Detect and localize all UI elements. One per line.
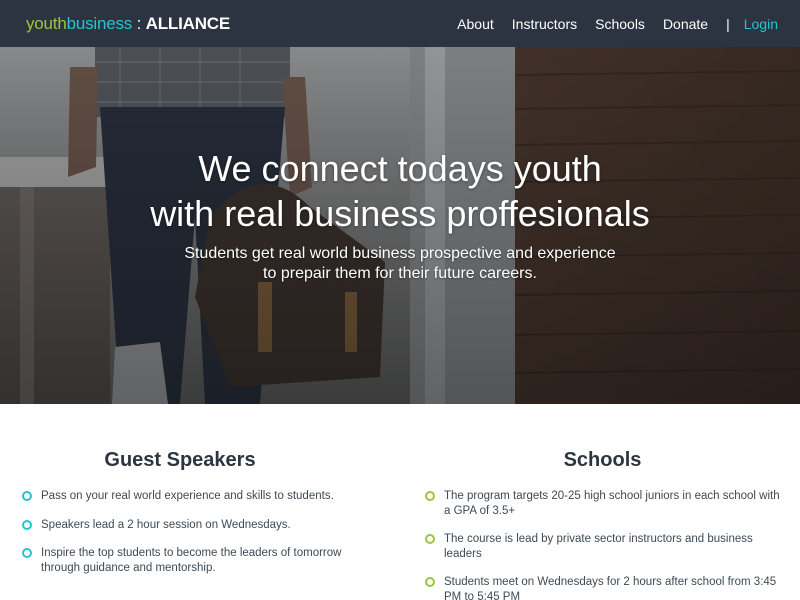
list-item-text: The program targets 20-25 high school ju… (444, 490, 780, 517)
list-item-text: The course is lead by private sector ins… (444, 533, 753, 560)
nav-links: About Instructors Schools Donate | Login (439, 16, 778, 32)
login-link[interactable]: Login (744, 16, 778, 32)
list-item: Inspire the top students to become the l… (22, 546, 382, 575)
bullet-circle-icon (22, 491, 32, 501)
list-item: The program targets 20-25 high school ju… (425, 489, 780, 518)
bullet-circle-icon (425, 534, 435, 544)
hero-subtext-line2: to prepair them for their future careers… (263, 265, 537, 282)
bullet-circle-icon (22, 548, 32, 558)
nav-separator: | (726, 15, 730, 32)
schools-section: Schools The program targets 20-25 high s… (425, 448, 780, 600)
bullet-circle-icon (425, 491, 435, 501)
logo-separator: : (132, 13, 146, 33)
nav-link-about[interactable]: About (457, 16, 494, 32)
hero-subtext-line1: Students get real world business prospec… (184, 245, 616, 262)
list-item-text: Speakers lead a 2 hour session on Wednes… (41, 518, 291, 531)
bullet-circle-icon (425, 577, 435, 587)
guest-speakers-list: Pass on your real world experience and s… (22, 489, 382, 575)
list-item: The course is lead by private sector ins… (425, 532, 780, 561)
nav-link-instructors[interactable]: Instructors (512, 16, 577, 32)
hero-headline-line1: We connect todays youth (198, 148, 602, 189)
hero-banner: We connect todays youth with real busine… (0, 47, 800, 404)
list-item: Speakers lead a 2 hour session on Wednes… (22, 518, 382, 533)
logo-alliance: ALLIANCE (145, 13, 231, 33)
schools-list: The program targets 20-25 high school ju… (425, 489, 780, 600)
list-item: Pass on your real world experience and s… (22, 489, 382, 504)
schools-title: Schools (563, 449, 642, 471)
list-item: Students meet on Wednesdays for 2 hours … (425, 575, 780, 600)
logo-youth: youth (26, 13, 67, 33)
guest-speakers-section: Guest Speakers Pass on your real world e… (22, 448, 382, 589)
list-item-text: Inspire the top students to become the l… (41, 547, 342, 574)
bullet-circle-icon (22, 519, 32, 530)
logo-business: business (66, 13, 133, 33)
list-item-text: Pass on your real world experience and s… (41, 490, 334, 502)
guest-speakers-title: Guest Speakers (104, 449, 256, 471)
hero-headline-line2: with real business proffesionals (150, 193, 650, 234)
nav-link-schools[interactable]: Schools (595, 16, 645, 32)
site-logo[interactable]: youthbusiness : ALLIANCE (26, 14, 230, 34)
nav-link-donate[interactable]: Donate (663, 16, 708, 32)
top-navbar: youthbusiness : ALLIANCE About Instructo… (0, 0, 800, 47)
list-item-text: Students meet on Wednesdays for 2 hours … (444, 576, 777, 600)
